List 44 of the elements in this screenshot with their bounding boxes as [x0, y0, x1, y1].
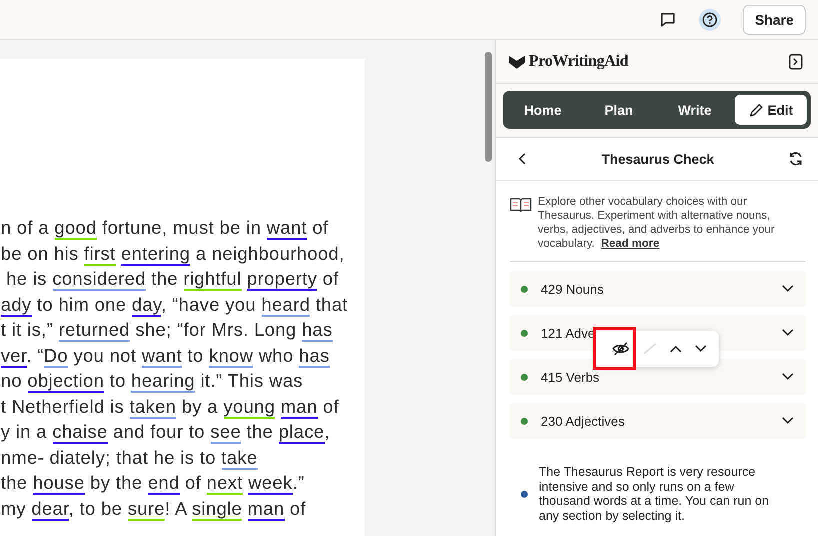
document-text-line: he is considered the rightful property of [5, 267, 340, 292]
chevron-down-icon[interactable] [782, 417, 794, 425]
document-text-line: my dear, to be sure! A single man of [0, 496, 308, 521]
category-row[interactable]: 429 Nouns [510, 271, 806, 307]
document-text-line: ver. “Do you not want to know who has [0, 344, 331, 368]
highlight-frame [593, 327, 636, 370]
category-label: 429 Nouns [541, 282, 605, 296]
category-label: 230 Adjectives [541, 414, 626, 428]
refresh-icon[interactable] [788, 151, 804, 167]
chevron-down-icon[interactable] [782, 329, 794, 337]
document-text-line: the house by the end of next week.” [0, 471, 306, 496]
category-row[interactable]: 230 Adjectives [510, 403, 806, 439]
comment-icon[interactable] [659, 10, 678, 28]
chevron-down-icon[interactable] [694, 345, 706, 353]
document-text-line: y in a chaise and four to see the place, [0, 420, 332, 444]
mode-tab[interactable]: Write [659, 95, 731, 125]
book-icon [510, 197, 532, 213]
category-label: 415 Verbs [541, 370, 601, 384]
hide-icon[interactable] [612, 341, 630, 357]
intro-text: Explore other vocabulary choices with our Thesaurus. Experiment with alternative nouns, verbs, adjectives, and adverbs to enhance your vocabulary. Read more [538, 195, 776, 251]
help-icon[interactable] [699, 8, 722, 30]
panel-title: Thesaurus Check [602, 152, 714, 166]
scrollbar[interactable] [485, 52, 492, 162]
collapse-panel-icon[interactable] [789, 54, 803, 70]
chevron-up-icon[interactable] [670, 345, 682, 353]
document-text-line: n of a good fortune, must be in want of [0, 216, 330, 240]
document-text-line: t Netherfield is taken by a young man of [0, 394, 340, 419]
logo-text: ProWritingAid [529, 52, 629, 70]
chevron-down-icon[interactable] [782, 285, 794, 293]
chevron-down-icon[interactable] [782, 373, 794, 381]
note-text: The Thesaurus Report is very resource intensive and so only runs on a few thousand words at a time. You can run on any section by selecting it. [539, 465, 770, 523]
mode-tab[interactable]: Home [507, 95, 579, 125]
share-button[interactable]: Share [743, 4, 806, 34]
read-more-link[interactable]: Read more [601, 238, 660, 250]
logo-icon [508, 54, 526, 70]
document-text-line: t it is,” returned she; “for Mrs. Long has [0, 318, 334, 342]
mode-tab[interactable]: Edit [735, 95, 807, 125]
document-text-line: nme- diately; that he is to take [0, 446, 259, 470]
mode-tab[interactable]: Plan [583, 95, 655, 125]
pencil-icon [748, 102, 764, 118]
document-text-line: be on his first entering a neighbourhood, [0, 242, 346, 266]
back-icon[interactable] [518, 153, 528, 165]
document-text-line: no objection to hearing it.” This was [0, 369, 304, 394]
document-text-line: ady to him one day, “have you heard that [0, 292, 350, 317]
